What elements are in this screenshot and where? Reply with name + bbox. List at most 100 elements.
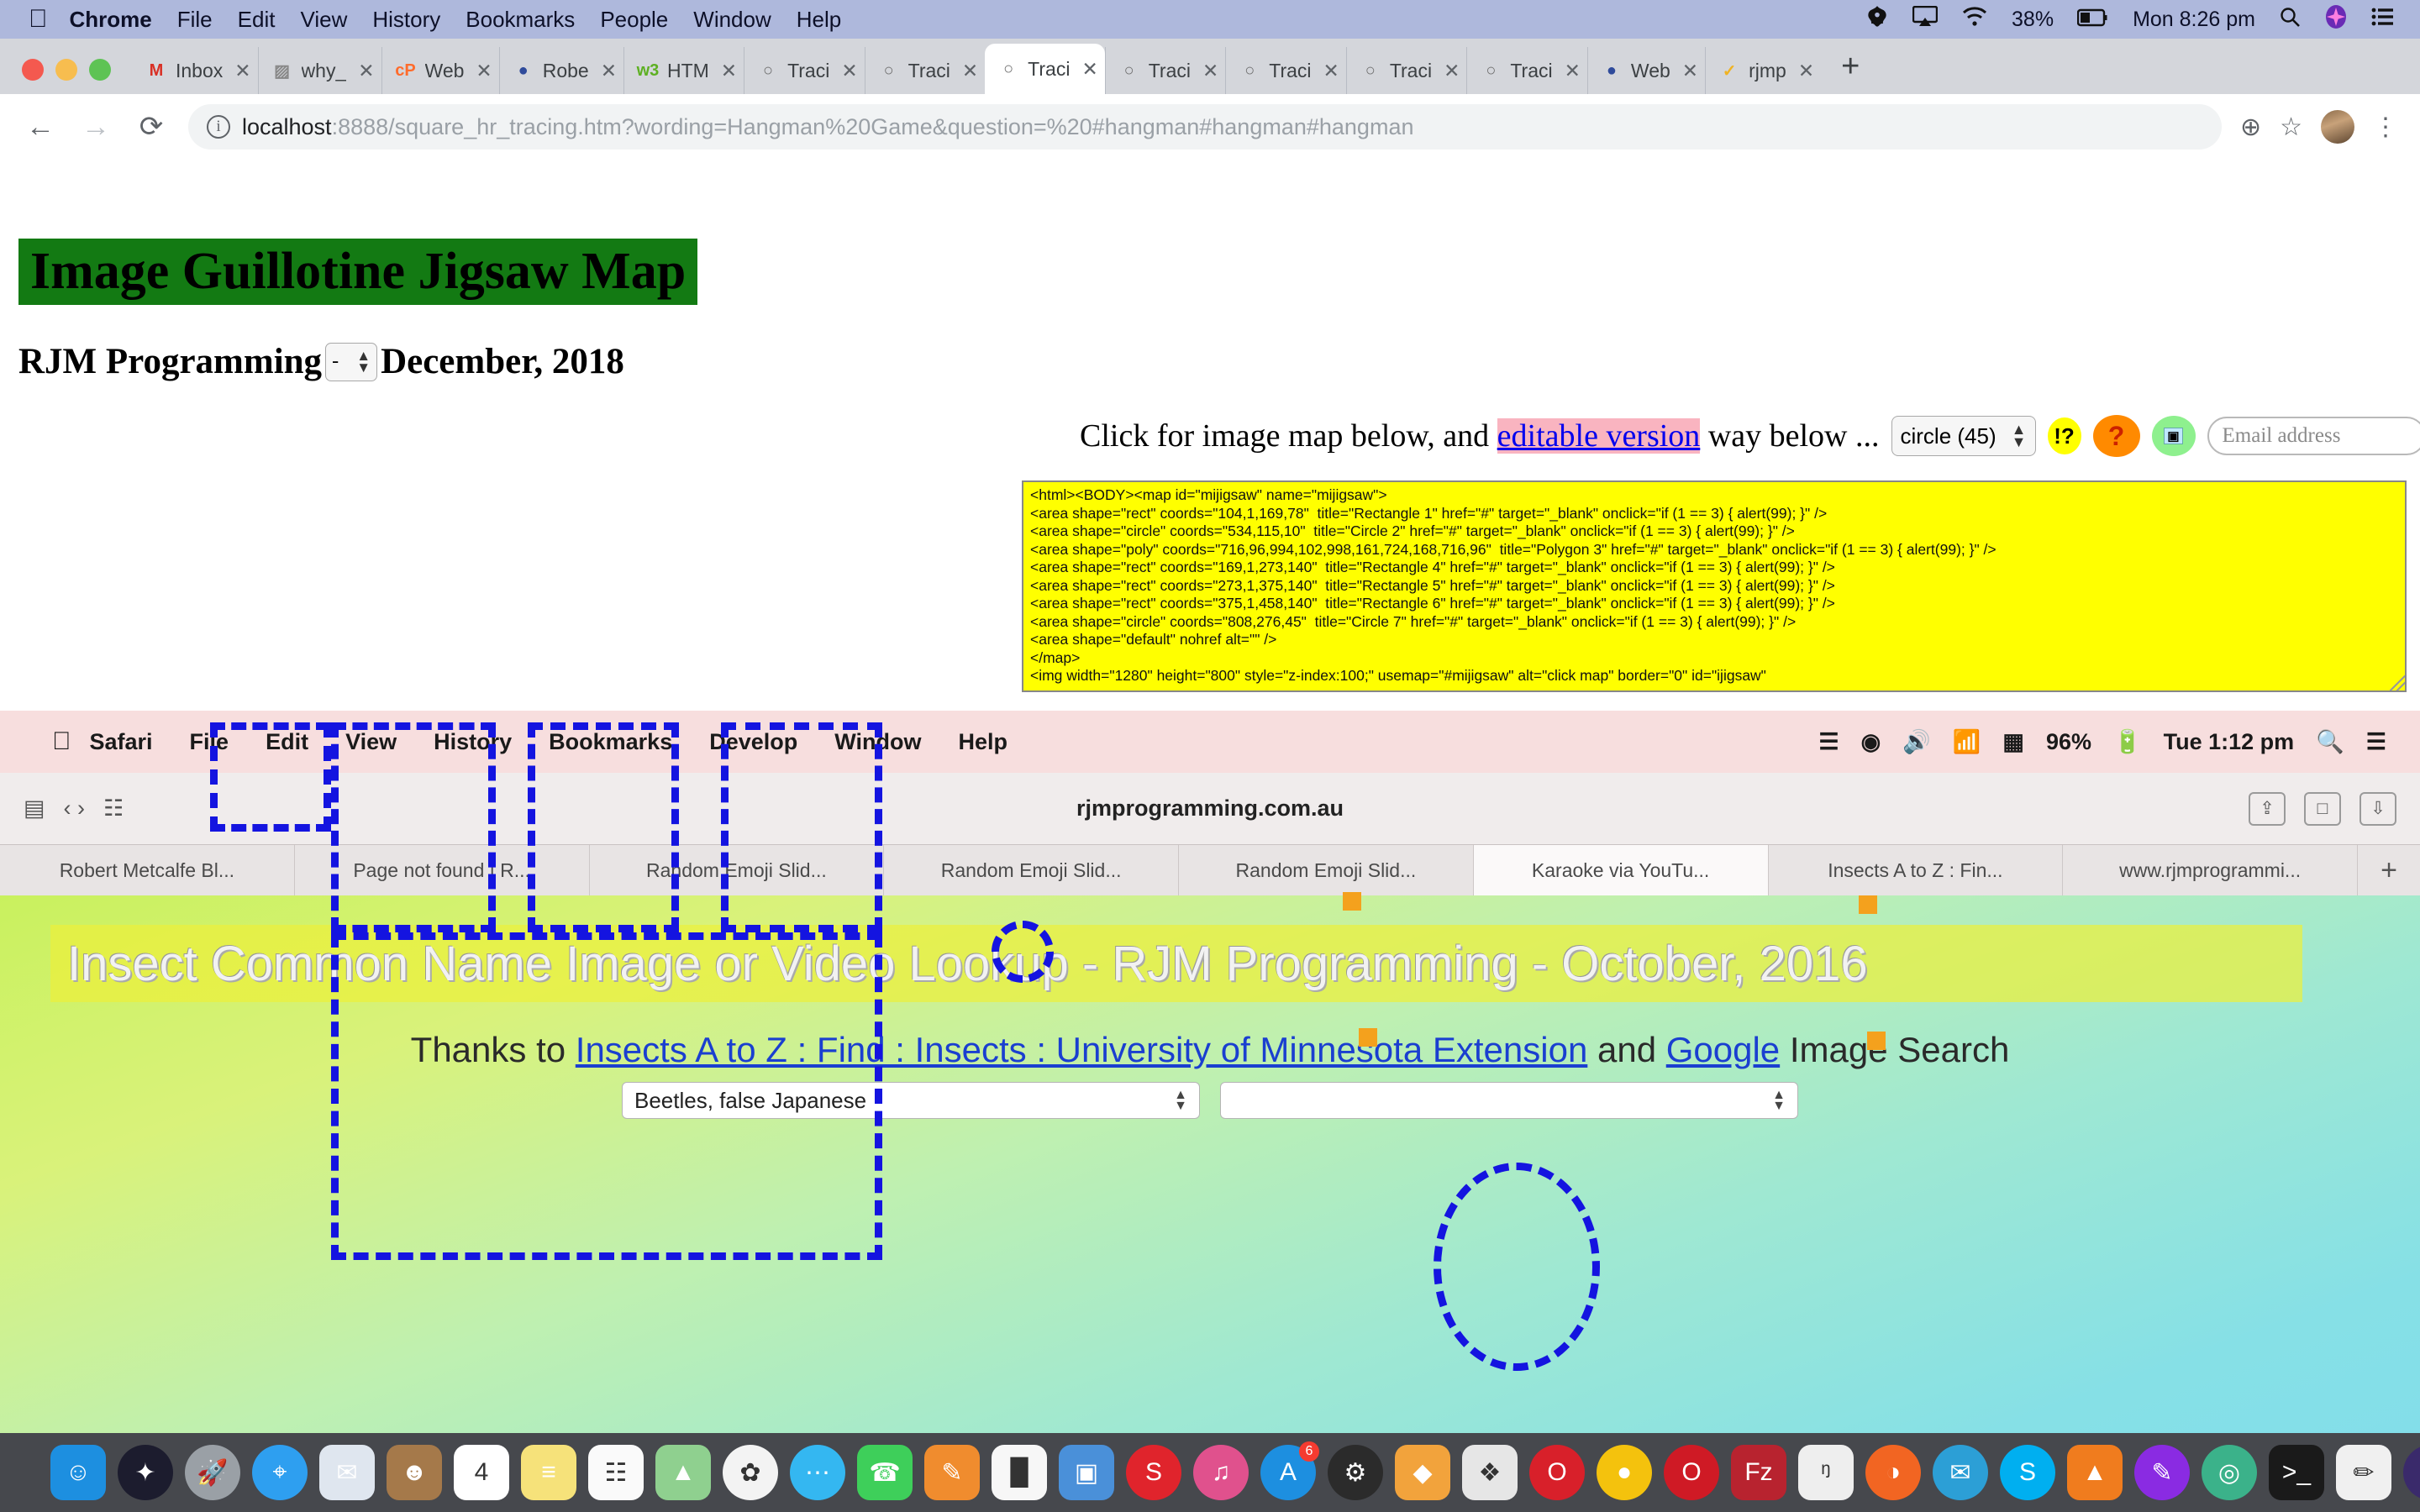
dock-icon-dentist[interactable]: ᵑ <box>1798 1445 1854 1500</box>
spotlight-search-icon[interactable] <box>2279 6 2301 34</box>
info-bang-button[interactable]: !? <box>2047 417 2081 454</box>
dock-icon-calendar[interactable]: 4 <box>454 1445 509 1500</box>
dock-icon-filemaker[interactable]: ◆ <box>1395 1445 1450 1500</box>
dock-icon-thunderbird[interactable]: ✉ <box>1933 1445 1988 1500</box>
resize-handle[interactable] <box>2390 675 2405 690</box>
browser-tab-8[interactable]: ○ Traci ✕ <box>1104 47 1226 94</box>
dock-icon-vlc[interactable]: ▲ <box>2067 1445 2123 1500</box>
tab-close-icon[interactable]: ✕ <box>1794 60 1814 82</box>
tab-close-icon[interactable]: ✕ <box>958 60 978 82</box>
dock-icon-anaconda[interactable]: ◎ <box>2202 1445 2257 1500</box>
airplay-icon[interactable] <box>1912 5 1939 34</box>
menu-item-people[interactable]: People <box>600 7 668 33</box>
back-button[interactable]: ← <box>22 111 59 144</box>
imagemap-code-textarea[interactable]: <html><BODY><map id="mijigsaw" name="mij… <box>1022 480 2407 692</box>
dock-icon-finder[interactable]: ☺ <box>50 1445 106 1500</box>
safari-tab-4[interactable]: Random Emoji Slid... <box>1179 845 1474 895</box>
chrome-menu-icon[interactable]: ⋮ <box>2373 113 2398 142</box>
tab-close-icon[interactable]: ✕ <box>1319 60 1339 82</box>
dock-icon-keynote[interactable]: ▣ <box>1059 1445 1114 1500</box>
browser-tab-9[interactable]: ○ Traci ✕ <box>1225 47 1346 94</box>
dock-icon-textedit[interactable]: ✏ <box>2336 1445 2391 1500</box>
downloads-icon[interactable]: ⇩ <box>2360 791 2396 826</box>
dock-icon-photos[interactable]: ✿ <box>723 1445 778 1500</box>
tab-close-icon[interactable]: ✕ <box>471 60 492 82</box>
dock-icon-chrome[interactable]: ● <box>1597 1445 1652 1500</box>
dock-icon-opera2[interactable]: O <box>1664 1445 1719 1500</box>
browser-tab-1[interactable]: ▨ why_ ✕ <box>257 47 381 94</box>
site-info-icon[interactable]: i <box>207 115 230 139</box>
safari-tab-0[interactable]: Robert Metcalfe Bl... <box>0 845 295 895</box>
safari-new-tab-button[interactable]: + <box>2358 845 2420 895</box>
menu-item-chrome[interactable]: Chrome <box>70 7 152 33</box>
dock-icon-scrivener[interactable]: S <box>1126 1445 1181 1500</box>
browser-tab-12[interactable]: ● Web ✕ <box>1586 47 1705 94</box>
dock-icon-safari[interactable]: ⌖ <box>252 1445 308 1500</box>
tab-close-icon[interactable]: ✕ <box>837 60 857 82</box>
tab-close-icon[interactable]: ✕ <box>717 60 737 82</box>
time-machine-icon[interactable]: ◉ <box>1861 729 1881 755</box>
dropbox-icon[interactable]: ☰ <box>1818 729 1839 755</box>
menu-item-window[interactable]: Window <box>693 7 771 33</box>
new-tab-button[interactable]: + <box>1821 50 1880 94</box>
green-action-button[interactable]: ▣ <box>2151 416 2196 456</box>
safari-tab-3[interactable]: Random Emoji Slid... <box>884 845 1179 895</box>
browser-tab-2[interactable]: cP Web ✕ <box>381 47 499 94</box>
browser-tab-4[interactable]: w3 HTM ✕ <box>623 47 744 94</box>
forward-button[interactable]: → <box>77 111 114 144</box>
tab-close-icon[interactable]: ✕ <box>354 60 374 82</box>
siri-icon[interactable] <box>2324 4 2348 35</box>
menu-item-help[interactable]: Help <box>797 7 841 33</box>
address-bar[interactable]: i localhost:8888/square_hr_tracing.htm?w… <box>188 104 2222 150</box>
wifi-icon[interactable]: 📶 <box>1953 728 1981 755</box>
notification-center-icon[interactable]: ☰ <box>2366 729 2386 755</box>
browser-tab-13[interactable]: ✓ rjmp ✕ <box>1705 47 1821 94</box>
browser-tab-10[interactable]: ○ Traci ✕ <box>1345 47 1467 94</box>
menu-item-edit[interactable]: Edit <box>238 7 276 33</box>
dock-icon-facetime[interactable]: ☎ <box>857 1445 913 1500</box>
dock-icon-pages[interactable]: ✎ <box>924 1445 980 1500</box>
dock-icon-numbers[interactable]: █ <box>992 1445 1047 1500</box>
month-select[interactable]: - ▲ ▼ <box>325 342 378 381</box>
spotlight-search-icon[interactable]: 🔍 <box>2316 728 2344 755</box>
safari-menu-safari[interactable]: Safari <box>90 729 153 755</box>
safari-tab-5[interactable]: Karaoke via YouTu... <box>1473 845 1769 895</box>
maximize-window-button[interactable] <box>89 59 111 81</box>
editable-version-link[interactable]: editable version <box>1497 418 1701 454</box>
secondary-select[interactable]: ▲ ▼ <box>1220 1082 1798 1119</box>
menu-item-history[interactable]: History <box>372 7 440 33</box>
tabs-overview-icon[interactable]: ☷ <box>103 795 124 822</box>
browser-tab-0[interactable]: M Inbox ✕ <box>133 47 258 94</box>
menu-item-view[interactable]: View <box>300 7 347 33</box>
safari-tab-6[interactable]: Insects A to Z : Fin... <box>1769 845 2064 895</box>
browser-tab-7[interactable]: ○ Traci ✕ <box>985 44 1105 94</box>
browser-tab-6[interactable]: ○ Traci ✕ <box>864 47 986 94</box>
menu-item-bookmarks[interactable]: Bookmarks <box>466 7 575 33</box>
profile-avatar[interactable] <box>2321 110 2354 144</box>
sidebar-icon[interactable]: ▤ <box>24 795 45 822</box>
dock-icon-utility[interactable]: ❖ <box>1462 1445 1518 1500</box>
tab-close-icon[interactable]: ✕ <box>1198 60 1218 82</box>
email-input[interactable]: Email address <box>2207 417 2420 455</box>
zoom-icon[interactable]: ⊕ <box>2240 113 2261 142</box>
dock-icon-itunes[interactable]: ♫ <box>1193 1445 1249 1500</box>
tab-close-icon[interactable]: ✕ <box>230 60 250 82</box>
back-forward-icon[interactable]: ‹ › <box>64 795 85 822</box>
new-tab-icon[interactable]: □ <box>2304 791 2341 826</box>
share-icon[interactable]: ⇪ <box>2249 791 2286 826</box>
help-question-button[interactable]: ? <box>2092 415 2140 457</box>
browser-tab-5[interactable]: ○ Traci ✕ <box>744 47 865 94</box>
close-window-button[interactable] <box>22 59 44 81</box>
dock-icon-contacts[interactable]: ☻ <box>387 1445 442 1500</box>
tab-close-icon[interactable]: ✕ <box>1560 60 1581 82</box>
reload-button[interactable]: ⟳ <box>133 110 170 144</box>
dock-icon-pixelmator[interactable]: ✎ <box>2134 1445 2190 1500</box>
dock-icon-app-store[interactable]: A6 <box>1260 1441 1319 1500</box>
dock-icon-opera[interactable]: O <box>1529 1445 1585 1500</box>
shape-select[interactable]: circle (45) ▲ ▼ <box>1891 416 2036 456</box>
dock-icon-messages[interactable]: ⋯ <box>790 1445 845 1500</box>
dock-icon-reminders[interactable]: ☷ <box>588 1445 644 1500</box>
adblock-icon[interactable] <box>1865 5 1889 34</box>
apple-menu-icon[interactable]:  <box>29 7 48 32</box>
browser-tab-11[interactable]: ○ Traci ✕ <box>1466 47 1587 94</box>
